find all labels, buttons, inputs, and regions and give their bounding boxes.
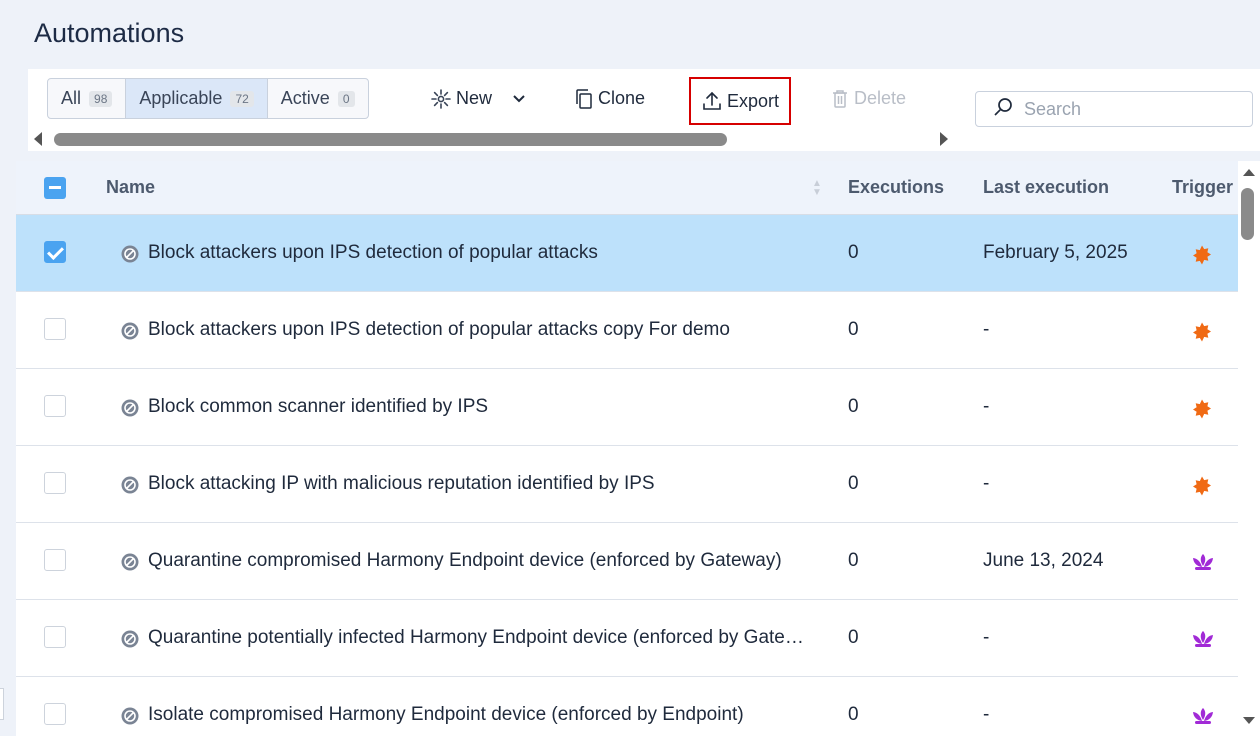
ips-trigger-icon [1190,397,1214,427]
copy-icon [574,88,594,110]
automation-name[interactable]: Quarantine potentially infected Harmony … [148,627,808,649]
column-header-last-execution[interactable]: Last execution [983,177,1109,198]
table-row[interactable]: Quarantine compromised Harmony Endpoint … [16,523,1238,600]
row-checkbox[interactable] [44,472,66,494]
last-execution-date: February 5, 2025 [983,242,1128,263]
new-button-label: New [456,88,493,108]
search-box [975,91,1253,127]
export-button-label: Export [727,90,780,111]
executions-count: 0 [848,396,859,417]
executions-count: 0 [848,319,859,340]
automation-name[interactable]: Isolate compromised Harmony Endpoint dev… [148,704,808,726]
filter-all-count: 98 [89,90,113,107]
delete-button[interactable]: Delete [830,78,906,119]
automation-name[interactable]: Quarantine compromised Harmony Endpoint … [148,550,808,572]
automation-name[interactable]: Block attackers upon IPS detection of po… [148,319,808,341]
table-header: Name ▲ ▼ Executions Last execution Trigge… [16,161,1238,215]
column-header-name[interactable]: Name [106,177,155,198]
disabled-status-icon [120,321,140,347]
filter-active-count: 0 [337,90,355,107]
search-input[interactable] [1024,98,1244,120]
ips-trigger-icon [1190,474,1214,504]
horizontal-scrollbar-thumb[interactable] [54,133,727,146]
row-checkbox[interactable] [44,395,66,417]
last-execution-date: June 13, 2024 [983,550,1104,571]
disabled-status-icon [120,244,140,270]
filter-active-label: Active [280,88,330,108]
select-all-checkbox[interactable] [44,177,66,199]
ips-trigger-icon [1190,243,1214,273]
vertical-scrollbar[interactable] [1238,161,1260,736]
row-checkbox[interactable] [44,241,66,263]
filter-segmented-control: All 98 Applicable 72 Active 0 [47,78,369,119]
scroll-up-arrow[interactable] [1243,169,1255,176]
table-row[interactable]: Isolate compromised Harmony Endpoint dev… [16,677,1238,736]
endpoint-trigger-icon [1190,551,1216,579]
table-row[interactable]: Block attackers upon IPS detection of po… [16,292,1238,369]
scroll-down-arrow[interactable] [1243,717,1255,724]
scroll-right-arrow[interactable] [940,132,948,146]
sort-icon[interactable]: ▲ ▼ [812,179,822,198]
last-execution-date: - [983,704,990,725]
table-row[interactable]: Block common scanner identified by IPS 0 - [16,369,1238,446]
disabled-status-icon [120,629,140,655]
executions-count: 0 [848,242,859,263]
filter-applicable-label: Applicable [139,88,223,108]
page-title: Automations [34,18,185,48]
endpoint-trigger-icon [1190,705,1216,733]
automation-name[interactable]: Block attacking IP with malicious reputa… [148,473,808,495]
automation-name[interactable]: Block common scanner identified by IPS [148,396,808,418]
last-execution-date: - [983,473,990,494]
table-body: Block attackers upon IPS detection of po… [16,215,1238,736]
disabled-status-icon [120,398,140,424]
export-button[interactable]: Export [689,77,792,125]
toolbar: All 98 Applicable 72 Active 0 New Clone … [28,69,1260,151]
table-row[interactable]: Quarantine potentially infected Harmony … [16,600,1238,677]
executions-count: 0 [848,704,859,725]
clone-button[interactable]: Clone [574,78,645,119]
automations-table: Name ▲ ▼ Executions Last execution Trigge… [16,161,1238,736]
delete-button-label: Delete [854,88,907,108]
clone-button-label: Clone [598,88,646,108]
last-execution-date: - [983,627,990,648]
filter-active[interactable]: Active 0 [268,79,368,118]
scroll-left-arrow[interactable] [34,132,42,146]
row-checkbox[interactable] [44,549,66,571]
sparkle-icon [430,88,452,110]
disabled-status-icon [120,552,140,578]
column-header-executions[interactable]: Executions [848,177,944,198]
last-execution-date: - [983,319,990,340]
vertical-scrollbar-thumb[interactable] [1241,188,1254,240]
chevron-down-icon [512,94,526,104]
row-checkbox[interactable] [44,626,66,648]
row-checkbox[interactable] [44,318,66,340]
filter-all[interactable]: All 98 [48,79,127,118]
endpoint-trigger-icon [1190,628,1216,656]
executions-count: 0 [848,473,859,494]
executions-count: 0 [848,550,859,571]
upload-icon [701,90,723,112]
automation-name[interactable]: Block attackers upon IPS detection of po… [148,242,808,264]
last-execution-date: - [983,396,990,417]
filter-applicable-count: 72 [230,90,254,107]
table-row[interactable]: Block attacking IP with malicious reputa… [16,446,1238,523]
filter-applicable[interactable]: Applicable 72 [126,79,268,118]
side-panel-handle[interactable] [0,688,4,720]
column-header-trigger[interactable]: Trigger [1172,177,1238,198]
ips-trigger-icon [1190,320,1214,350]
executions-count: 0 [848,627,859,648]
row-checkbox[interactable] [44,703,66,725]
search-icon [992,96,1014,123]
new-button[interactable]: New [430,78,526,119]
trash-icon [830,88,850,110]
table-row[interactable]: Block attackers upon IPS detection of po… [16,215,1238,292]
disabled-status-icon [120,475,140,501]
disabled-status-icon [120,706,140,732]
filter-all-label: All [61,88,82,108]
